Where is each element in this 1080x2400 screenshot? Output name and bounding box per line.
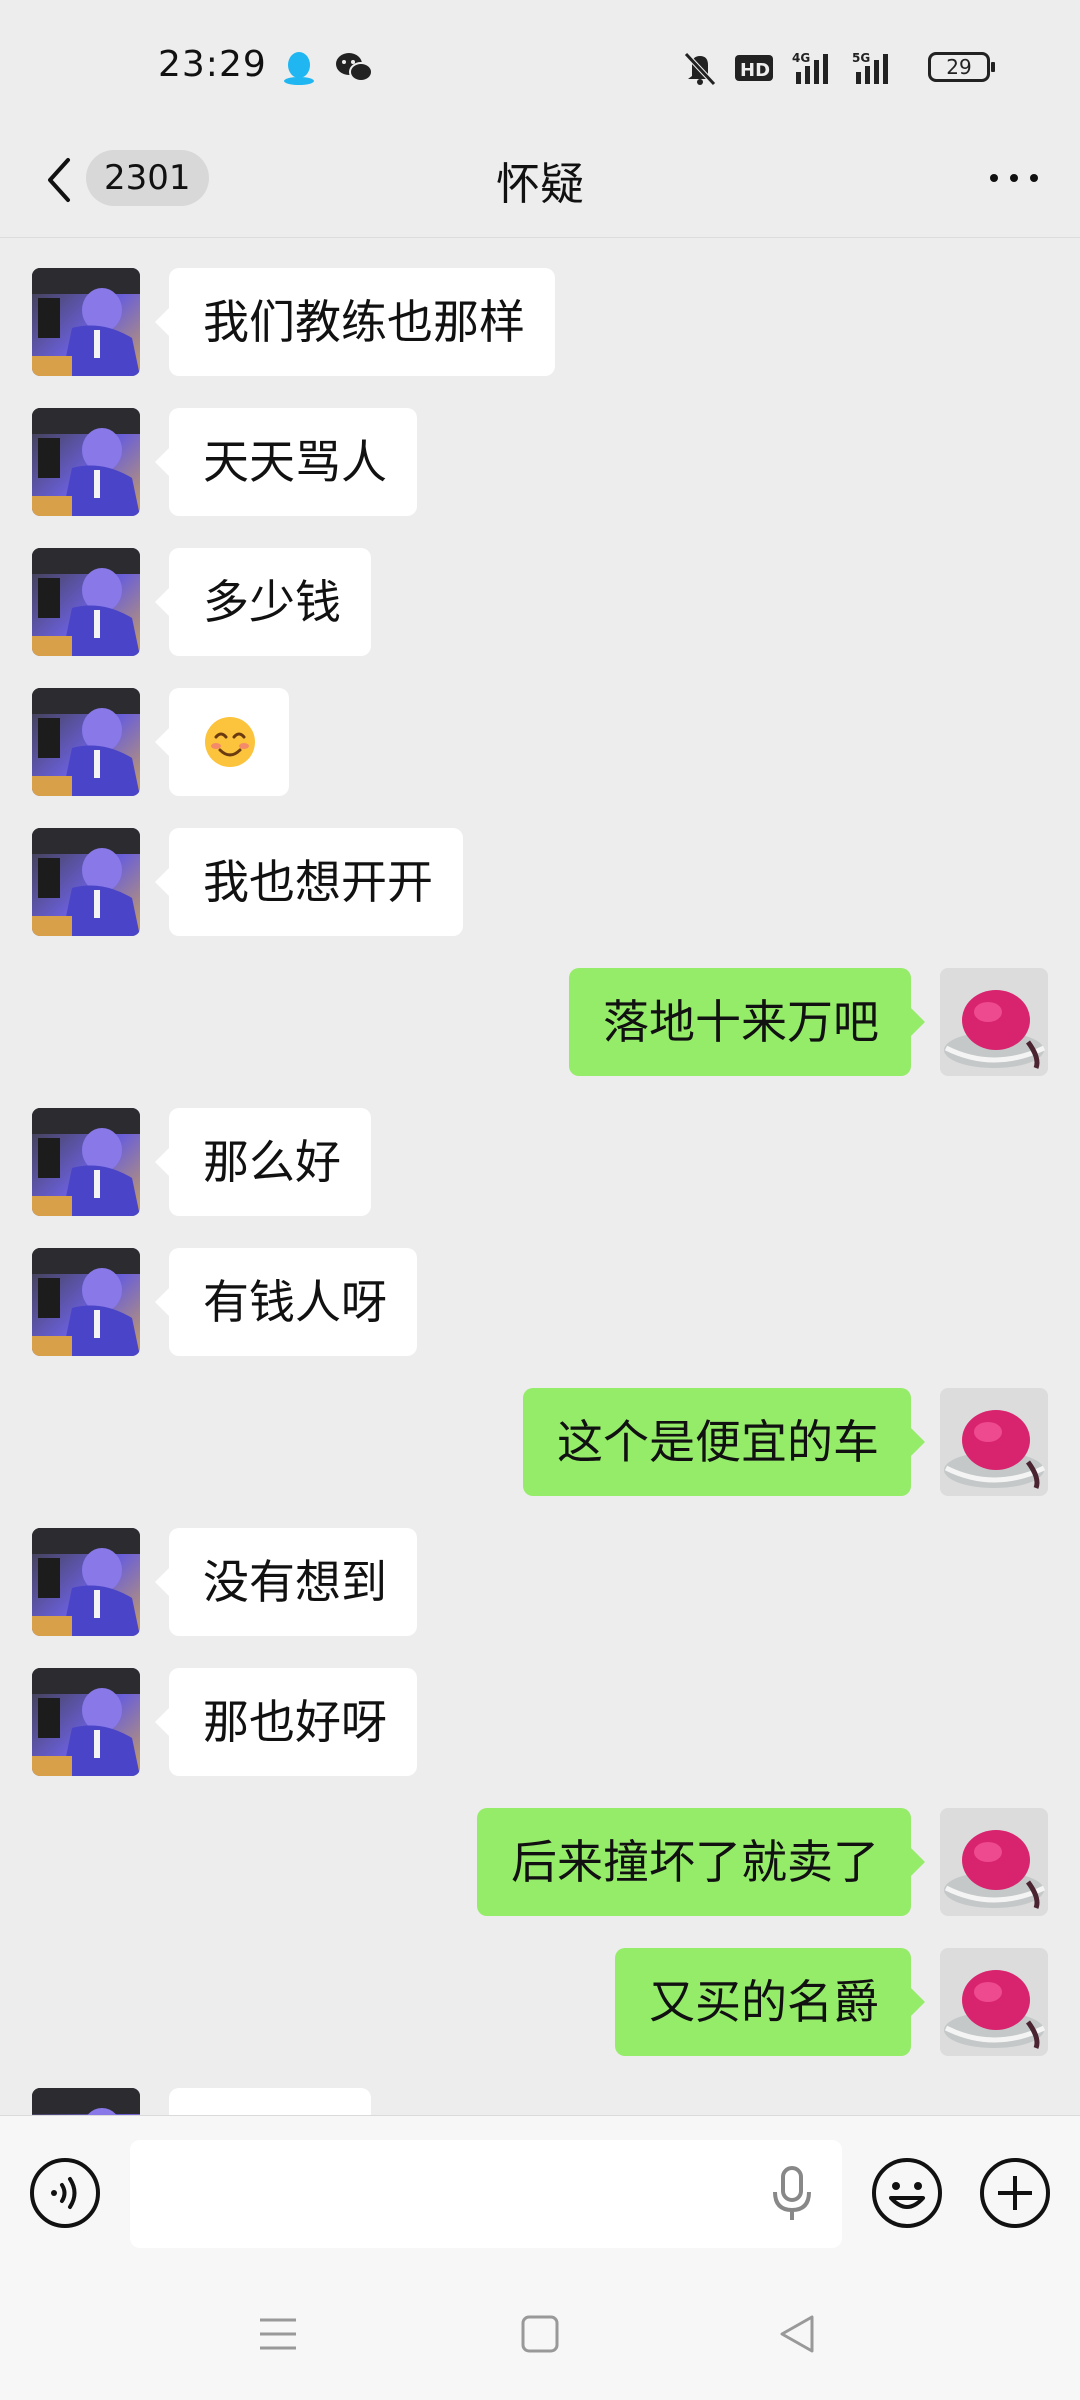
more-options-icon[interactable] [984, 158, 1044, 198]
message-input[interactable] [130, 2140, 842, 2248]
message-row-right: 又买的名爵 [0, 1948, 1080, 2056]
contact-avatar[interactable] [32, 828, 140, 936]
contact-avatar[interactable] [32, 688, 140, 796]
message-text: 后来撞坏了就卖了 [511, 1835, 879, 1889]
status-time: 23:29 [158, 44, 267, 85]
chat-title: 怀疑 [496, 159, 584, 210]
message-row-left: 天天骂人 [0, 408, 1080, 516]
chat-header: 2301 怀疑 [0, 130, 1080, 238]
battery-indicator: 29 [928, 52, 995, 82]
message-row-right: 这个是便宜的车 [0, 1388, 1080, 1496]
back-nav-icon[interactable] [776, 2312, 820, 2356]
message-bubble[interactable]: 没有想到 [155, 1528, 417, 1636]
chat-screen: 23:29 HD 4G 5G 29 2301 怀疑 我们教练也那样 天天骂人 多… [0, 0, 1080, 2400]
signal-4g-icon: 4G [792, 51, 828, 84]
contact-avatar[interactable] [32, 1248, 140, 1356]
message-bubble[interactable]: 有钱人呀 [155, 1248, 417, 1356]
message-bubble[interactable]: 后来撞坏了就卖了 [477, 1808, 925, 1916]
my-avatar[interactable] [940, 1808, 1048, 1916]
my-avatar[interactable] [940, 968, 1048, 1076]
emoji-icon[interactable] [870, 2156, 944, 2230]
message-text: 有钱人呀 [203, 1275, 387, 1329]
menu-icon[interactable] [256, 2312, 300, 2356]
message-list[interactable]: 我们教练也那样 天天骂人多少钱我也想开开落地十来万吧那么好有钱人呀这个是便宜的车没… [0, 238, 1080, 2115]
message-text: 那么好 [203, 1135, 341, 1189]
message-text: 没有想到 [203, 1555, 387, 1609]
message-text: 我也想开开 [203, 855, 433, 909]
message-text: 我们教练也那样 [203, 295, 525, 349]
qq-icon [284, 52, 314, 85]
message-bubble[interactable]: 天天骂人 [155, 408, 417, 516]
status-bar: 23:29 HD 4G 5G 29 [0, 0, 1080, 130]
contact-avatar[interactable] [32, 1528, 140, 1636]
message-bubble[interactable] [155, 688, 289, 796]
message-text: 多少钱 [203, 575, 341, 629]
message-row-left [0, 2088, 1080, 2115]
svg-text:5G: 5G [852, 51, 870, 65]
message-text: 那也好呀 [203, 1695, 387, 1749]
input-bar [0, 2115, 1080, 2271]
add-attachment-icon[interactable] [978, 2156, 1052, 2230]
hd-icon: HD [735, 55, 773, 81]
message-text: 又买的名爵 [649, 1975, 879, 2029]
wechat-icon [336, 53, 373, 82]
message-bubble[interactable]: 落地十来万吧 [569, 968, 925, 1076]
message-row-right: 落地十来万吧 [0, 968, 1080, 1076]
svg-text:4G: 4G [792, 51, 810, 65]
message-row-right: 后来撞坏了就卖了 [0, 1808, 1080, 1916]
message-row-left: 没有想到 [0, 1528, 1080, 1636]
message-row-left: 那也好呀 [0, 1668, 1080, 1776]
message-row-left: 我们教练也那样 [0, 268, 1080, 376]
my-avatar[interactable] [940, 1388, 1048, 1496]
contact-avatar[interactable] [32, 548, 140, 656]
message-bubble[interactable]: 我也想开开 [155, 828, 463, 936]
message-bubble[interactable]: 这个是便宜的车 [523, 1388, 925, 1496]
system-nav-bar [0, 2270, 1080, 2400]
contact-avatar[interactable] [32, 268, 140, 376]
message-row-left: 我也想开开 [0, 828, 1080, 936]
message-bubble[interactable]: 我们教练也那样 [155, 268, 555, 376]
message-bubble[interactable]: 那么好 [155, 1108, 371, 1216]
home-icon[interactable] [518, 2312, 562, 2356]
message-bubble[interactable]: 多少钱 [155, 548, 371, 656]
smiling-face-emoji [205, 716, 255, 767]
message-row-left: 那么好 [0, 1108, 1080, 1216]
svg-text:HD: HD [740, 60, 770, 81]
message-bubble[interactable]: 那也好呀 [155, 1668, 417, 1776]
message-row-left [0, 688, 1080, 796]
message-row-left: 有钱人呀 [0, 1248, 1080, 1356]
contact-avatar[interactable] [32, 408, 140, 516]
message-text: 这个是便宜的车 [557, 1415, 879, 1469]
signal-5g-icon: 5G [852, 51, 888, 84]
message-bubble[interactable]: 又买的名爵 [615, 1948, 925, 2056]
message-bubble[interactable] [169, 2088, 371, 2115]
contact-avatar[interactable] [32, 1668, 140, 1776]
contact-avatar[interactable] [32, 1108, 140, 1216]
message-row-left: 多少钱 [0, 548, 1080, 656]
voice-mode-icon[interactable] [28, 2156, 102, 2230]
message-text: 天天骂人 [203, 435, 387, 489]
message-text: 落地十来万吧 [603, 995, 879, 1049]
contact-avatar[interactable] [32, 2088, 140, 2115]
microphone-icon[interactable] [768, 2164, 816, 2224]
my-avatar[interactable] [940, 1948, 1048, 2056]
mute-icon [684, 52, 716, 86]
